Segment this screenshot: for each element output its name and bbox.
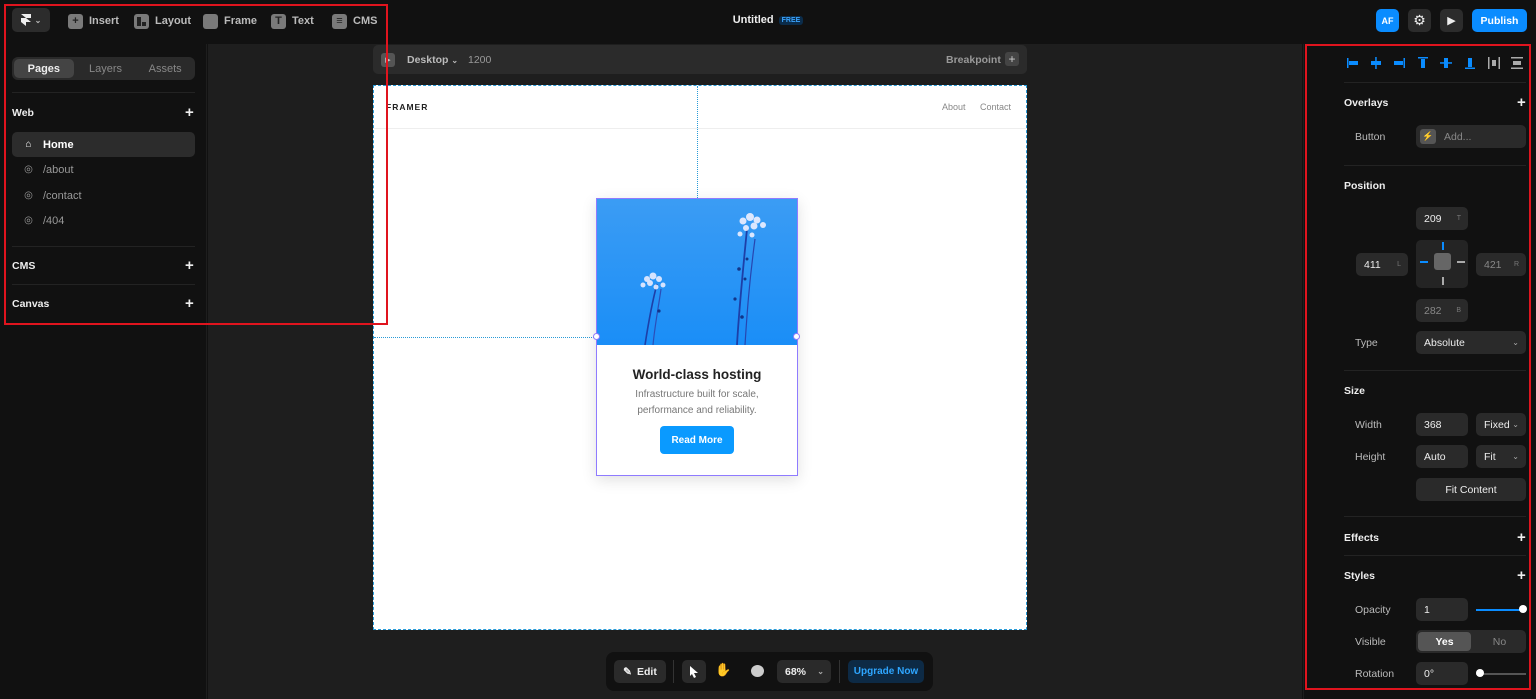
upgrade-button[interactable]: Upgrade Now xyxy=(848,660,924,683)
guide-line-horizontal xyxy=(374,337,596,338)
card-image xyxy=(597,199,797,345)
nav-link-about[interactable]: About xyxy=(942,102,966,112)
site-logo[interactable]: FRAMER xyxy=(386,102,428,112)
bottom-toolbar: ✎ Edit ✋ 68% ⌄ Upgrade Now xyxy=(606,652,933,691)
zoom-value: 68% xyxy=(785,665,807,678)
pencil-icon: ✎ xyxy=(623,665,632,678)
hand-tool-icon[interactable]: ✋ xyxy=(715,662,731,678)
nav-link-contact[interactable]: Contact xyxy=(980,102,1011,112)
resize-handle-right[interactable] xyxy=(793,333,800,340)
divider xyxy=(673,660,674,683)
card-component[interactable]: World-class hosting Infrastructure built… xyxy=(593,198,800,476)
read-more-button[interactable]: Read More xyxy=(660,426,734,454)
chevron-down-icon: ⌄ xyxy=(451,56,459,65)
plan-badge: FREE xyxy=(778,15,804,25)
play-icon: ▶ xyxy=(1447,15,1456,27)
resize-handle-left[interactable] xyxy=(593,333,600,340)
avatar[interactable]: AF xyxy=(1376,9,1399,32)
breakpoint-bar: ▶ Desktop ⌄ 1200 Breakpoint + xyxy=(373,45,1027,74)
flower-illustration xyxy=(640,213,766,345)
card-description-line2: performance and reliability. xyxy=(637,405,757,416)
highlight-box-right xyxy=(1305,44,1531,690)
comment-icon[interactable] xyxy=(751,665,764,677)
highlight-box-left xyxy=(4,4,388,325)
breakpoint-label: Breakpoint xyxy=(946,54,1001,66)
card-title: World-class hosting xyxy=(632,367,762,382)
card-description-line1: Infrastructure built for scale, xyxy=(635,389,759,400)
breakpoint-width: 1200 xyxy=(468,54,492,66)
select-tool-button[interactable] xyxy=(682,660,706,683)
gear-icon: ⚙ xyxy=(1413,12,1426,28)
site-navbar: FRAMER About Contact xyxy=(374,86,1026,129)
zoom-dropdown[interactable]: 68% ⌄ xyxy=(777,660,831,683)
edit-button[interactable]: ✎ Edit xyxy=(614,660,666,683)
publish-button[interactable]: Publish xyxy=(1472,9,1527,32)
guide-line-vertical xyxy=(697,86,698,198)
settings-button[interactable]: ⚙ xyxy=(1408,9,1431,32)
preview-button[interactable]: ▶ xyxy=(1440,9,1463,32)
device-selector[interactable]: Desktop ⌄ xyxy=(407,54,458,66)
cursor-icon xyxy=(690,665,698,678)
project-name: Untitled xyxy=(732,14,774,26)
divider xyxy=(839,660,840,683)
chevron-down-icon: ⌄ xyxy=(817,667,824,676)
framer-editor: ⌄ + Insert Layout Frame T Text ≡ CMS Unt… xyxy=(0,0,1536,699)
avatar-initials: AF xyxy=(1381,15,1394,26)
device-label: Desktop xyxy=(407,54,449,66)
edit-label: Edit xyxy=(636,665,657,678)
add-breakpoint-icon[interactable]: + xyxy=(1005,52,1019,66)
